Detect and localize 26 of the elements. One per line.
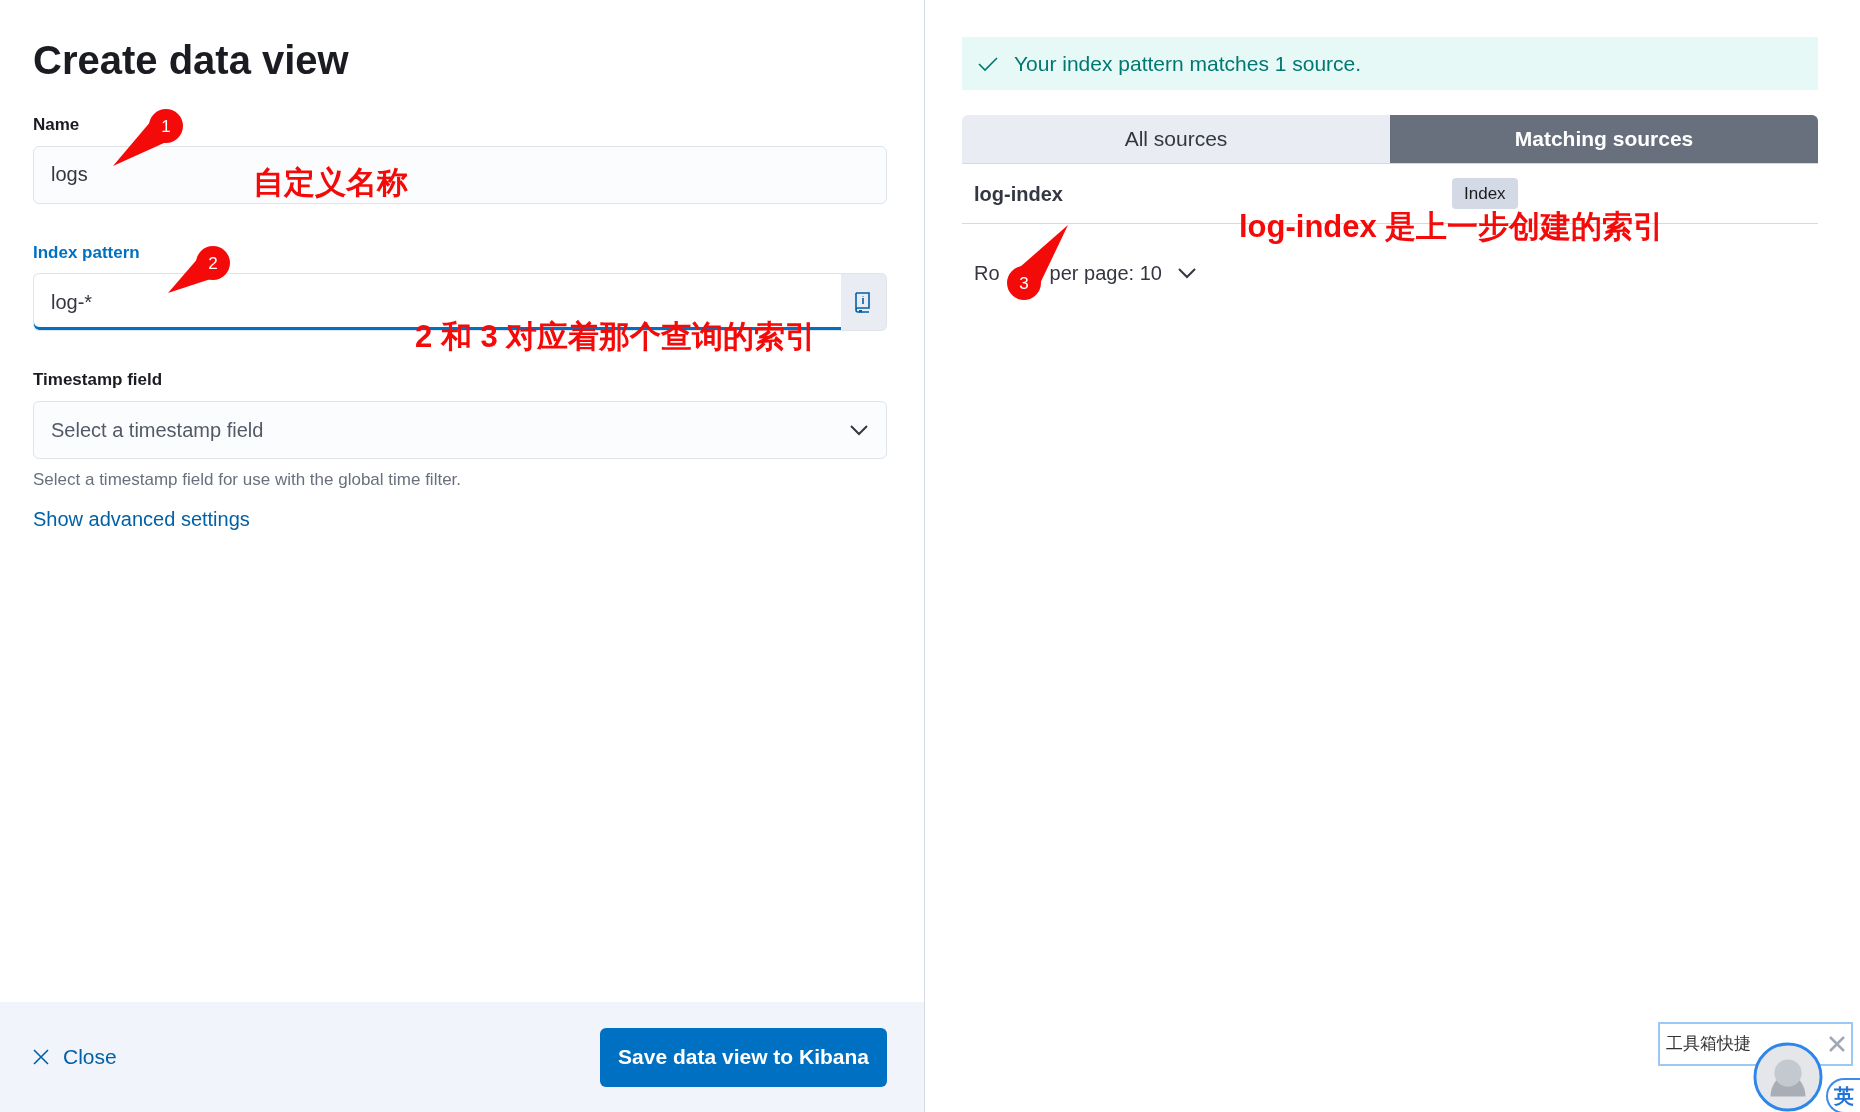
type-badge: Index (1452, 177, 1518, 210)
chevron-down-icon (849, 423, 869, 436)
field-label: Index pattern (33, 241, 140, 264)
annotation-text: log-index 是上一步创建的索引 (1239, 210, 1665, 245)
language-badge[interactable]: 英 (1826, 1078, 1860, 1112)
check-icon (978, 55, 998, 72)
pagination-text[interactable]: per page: 10 (1049, 258, 1162, 288)
help-text: Select a timestamp field for use with the global time filter. (33, 468, 463, 491)
close-button[interactable]: Close (33, 1041, 117, 1073)
close-icon (33, 1049, 49, 1065)
annotation-text: 自定义名称 (253, 166, 408, 201)
pagination-text[interactable]: Ro (974, 258, 1000, 288)
page-title: Create data view (33, 37, 350, 84)
save-button[interactable]: Save data view to Kibana (600, 1027, 887, 1087)
field-label: Timestamp field (33, 369, 163, 391)
source-name: log-index (974, 181, 1064, 207)
select-field[interactable]: Select a timestamp field (33, 400, 887, 459)
avatar-icon[interactable] (1753, 1042, 1823, 1112)
tab[interactable]: All sources (962, 115, 1390, 163)
callout-text: Your index pattern matches 1 source. (1014, 50, 1362, 77)
field-label: Name (33, 114, 80, 136)
chevron-down-icon[interactable] (1177, 267, 1196, 279)
close-icon (1829, 1035, 1845, 1052)
advanced-settings-link[interactable]: Show advanced settings (33, 504, 250, 534)
tab[interactable]: Matching sources (1390, 115, 1818, 163)
popup-title: 工具箱快捷 (1666, 1033, 1751, 1056)
